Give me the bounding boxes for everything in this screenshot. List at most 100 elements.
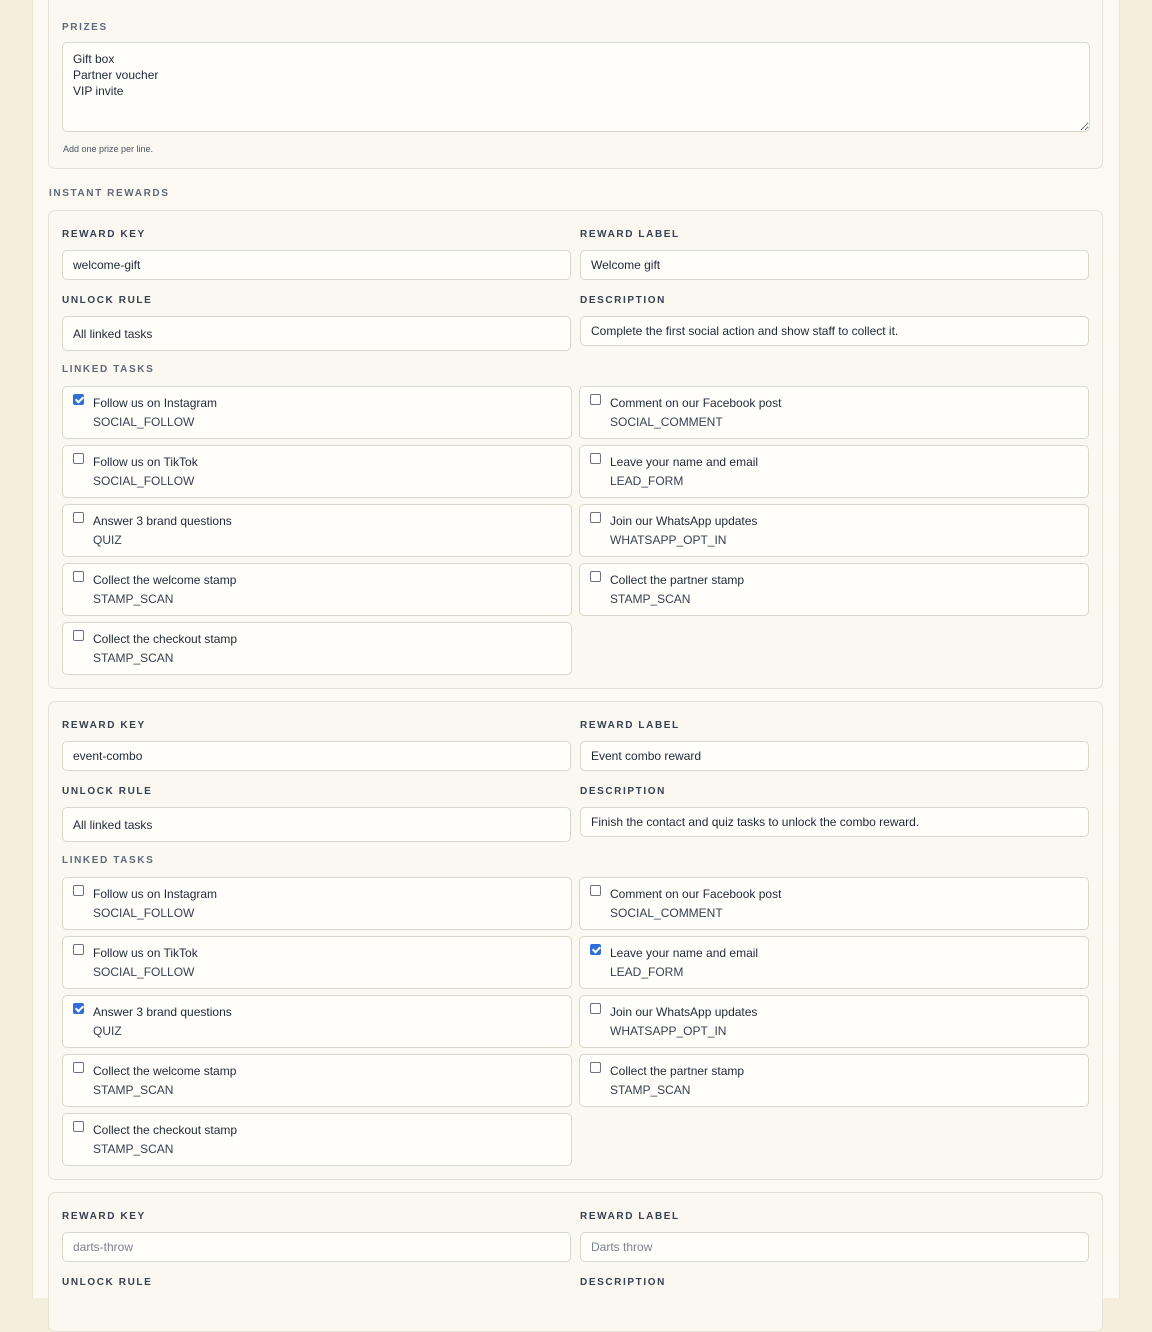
linked-task-option[interactable]: Collect the checkout stamp STAMP_SCAN (62, 622, 572, 675)
description-input[interactable]: Finish the contact and quiz tasks to unl… (580, 807, 1089, 837)
task-label: Leave your name and email (610, 946, 759, 960)
reward-card: REWARD KEY REWARD LABEL welcome-gift Welcom… (48, 210, 1103, 689)
task-checkbox[interactable] (73, 512, 84, 523)
task-checkbox[interactable] (590, 571, 601, 582)
task-label: Collect the checkout stamp (93, 1123, 238, 1137)
linked-task-option[interactable]: Join our WhatsApp updates WHATSAPP_OPT_IN (579, 995, 1089, 1048)
task-label: Comment on our Facebook post (610, 887, 782, 901)
description-input[interactable]: Complete the first social action and sho… (580, 316, 1089, 346)
unlock-rule-label: UNLOCK RULE (62, 1277, 153, 1288)
task-label: Leave your name and email (610, 455, 759, 469)
linked-task-option[interactable]: Collect the checkout stamp STAMP_SCAN (62, 1113, 572, 1166)
task-checkbox[interactable] (590, 944, 601, 955)
linked-task-option[interactable]: Answer 3 brand questions QUIZ (62, 504, 572, 557)
task-label: Collect the checkout stamp (93, 632, 238, 646)
prizes-label: PRIZES (62, 22, 108, 33)
reward-label-input[interactable]: Welcome gift (580, 250, 1089, 280)
linked-task-option[interactable]: Leave your name and email LEAD_FORM (579, 445, 1089, 498)
task-checkbox[interactable] (73, 453, 84, 464)
task-type: QUIZ (93, 533, 122, 547)
task-checkbox[interactable] (590, 453, 601, 464)
task-checkbox[interactable] (73, 394, 84, 405)
linked-tasks-label: LINKED TASKS (62, 364, 155, 375)
reward-key-input[interactable]: event-combo (62, 741, 571, 771)
linked-task-option[interactable]: Join our WhatsApp updates WHATSAPP_OPT_IN (579, 504, 1089, 557)
task-checkbox[interactable] (73, 1003, 84, 1014)
task-checkbox[interactable] (590, 394, 601, 405)
task-type: LEAD_FORM (610, 474, 684, 488)
task-label: Join our WhatsApp updates (610, 514, 758, 528)
task-type: SOCIAL_COMMENT (610, 415, 723, 429)
reward-label-input[interactable]: Darts throw (580, 1232, 1089, 1262)
task-checkbox[interactable] (590, 885, 601, 896)
reward-key-label: REWARD KEY (62, 720, 146, 731)
prizes-hint: Add one prize per line. (63, 144, 154, 154)
reward-key-label: REWARD KEY (62, 229, 146, 240)
task-label: Answer 3 brand questions (93, 514, 232, 528)
linked-task-option[interactable]: Answer 3 brand questions QUIZ (62, 995, 572, 1048)
linked-task-option[interactable]: Collect the welcome stamp STAMP_SCAN (62, 563, 572, 616)
unlock-rule-label: UNLOCK RULE (62, 295, 153, 306)
linked-task-option[interactable]: Collect the welcome stamp STAMP_SCAN (62, 1054, 572, 1107)
linked-task-option[interactable]: Collect the partner stamp STAMP_SCAN (579, 563, 1089, 616)
task-type: WHATSAPP_OPT_IN (610, 1024, 727, 1038)
task-label: Comment on our Facebook post (610, 396, 782, 410)
task-checkbox[interactable] (590, 1003, 601, 1014)
task-type: STAMP_SCAN (610, 592, 691, 606)
linked-task-option[interactable]: Follow us on TikTok SOCIAL_FOLLOW (62, 936, 572, 989)
linked-task-option[interactable]: Comment on our Facebook post SOCIAL_COMME… (579, 877, 1089, 930)
task-label: Collect the welcome stamp (93, 573, 237, 587)
task-checkbox[interactable] (73, 1121, 84, 1132)
task-label: Collect the partner stamp (610, 573, 745, 587)
linked-task-option[interactable]: Collect the partner stamp STAMP_SCAN (579, 1054, 1089, 1107)
reward-card: REWARD KEY REWARD LABEL event-combo Event c… (48, 701, 1103, 1180)
task-label: Follow us on TikTok (93, 455, 198, 469)
reward-label-label: REWARD LABEL (580, 720, 680, 731)
reward-key-input[interactable]: welcome-gift (62, 250, 571, 280)
linked-task-option[interactable]: Follow us on TikTok SOCIAL_FOLLOW (62, 445, 572, 498)
linked-task-option[interactable]: Leave your name and email LEAD_FORM (579, 936, 1089, 989)
instant-rewards-heading: INSTANT REWARDS (49, 188, 170, 199)
task-checkbox[interactable] (590, 512, 601, 523)
prizes-textarea[interactable]: Gift box Partner voucher VIP invite (62, 42, 1090, 132)
reward-label-input[interactable]: Event combo reward (580, 741, 1089, 771)
unlock-rule-select[interactable]: All linked tasks (62, 807, 571, 842)
task-type: SOCIAL_FOLLOW (93, 474, 195, 488)
linked-task-option[interactable]: Follow us on Instagram SOCIAL_FOLLOW (62, 386, 572, 439)
task-label: Collect the welcome stamp (93, 1064, 237, 1078)
task-type: STAMP_SCAN (610, 1083, 691, 1097)
task-type: STAMP_SCAN (93, 1142, 174, 1156)
reward-key-input[interactable]: darts-throw (62, 1232, 571, 1262)
linked-task-option[interactable]: Comment on our Facebook post SOCIAL_COMME… (579, 386, 1089, 439)
task-label: Answer 3 brand questions (93, 1005, 232, 1019)
reward-key-label: REWARD KEY (62, 1211, 146, 1222)
reward-label-label: REWARD LABEL (580, 1211, 680, 1222)
task-checkbox[interactable] (73, 944, 84, 955)
linked-task-option[interactable]: Follow us on Instagram SOCIAL_FOLLOW (62, 877, 572, 930)
linked-tasks-label: LINKED TASKS (62, 855, 155, 866)
task-checkbox[interactable] (73, 885, 84, 896)
description-label: DESCRIPTION (580, 295, 666, 306)
description-label: DESCRIPTION (580, 1277, 666, 1288)
task-type: STAMP_SCAN (93, 1083, 174, 1097)
task-type: QUIZ (93, 1024, 122, 1038)
task-type: STAMP_SCAN (93, 592, 174, 606)
reward-card: REWARD KEY REWARD LABEL darts-throw Darts t… (48, 1192, 1103, 1332)
task-type: LEAD_FORM (610, 965, 684, 979)
task-type: SOCIAL_FOLLOW (93, 965, 195, 979)
unlock-rule-label: UNLOCK RULE (62, 786, 153, 797)
task-type: WHATSAPP_OPT_IN (610, 533, 727, 547)
reward-label-label: REWARD LABEL (580, 229, 680, 240)
task-label: Follow us on Instagram (93, 887, 218, 901)
task-label: Follow us on TikTok (93, 946, 198, 960)
task-label: Join our WhatsApp updates (610, 1005, 758, 1019)
task-checkbox[interactable] (73, 630, 84, 641)
task-label: Collect the partner stamp (610, 1064, 745, 1078)
task-type: SOCIAL_FOLLOW (93, 415, 195, 429)
description-label: DESCRIPTION (580, 786, 666, 797)
unlock-rule-select[interactable]: All linked tasks (62, 316, 571, 351)
task-checkbox[interactable] (73, 1062, 84, 1073)
prizes-card: PRIZES Gift box Partner voucher VIP invi… (48, 0, 1103, 169)
task-checkbox[interactable] (73, 571, 84, 582)
task-checkbox[interactable] (590, 1062, 601, 1073)
